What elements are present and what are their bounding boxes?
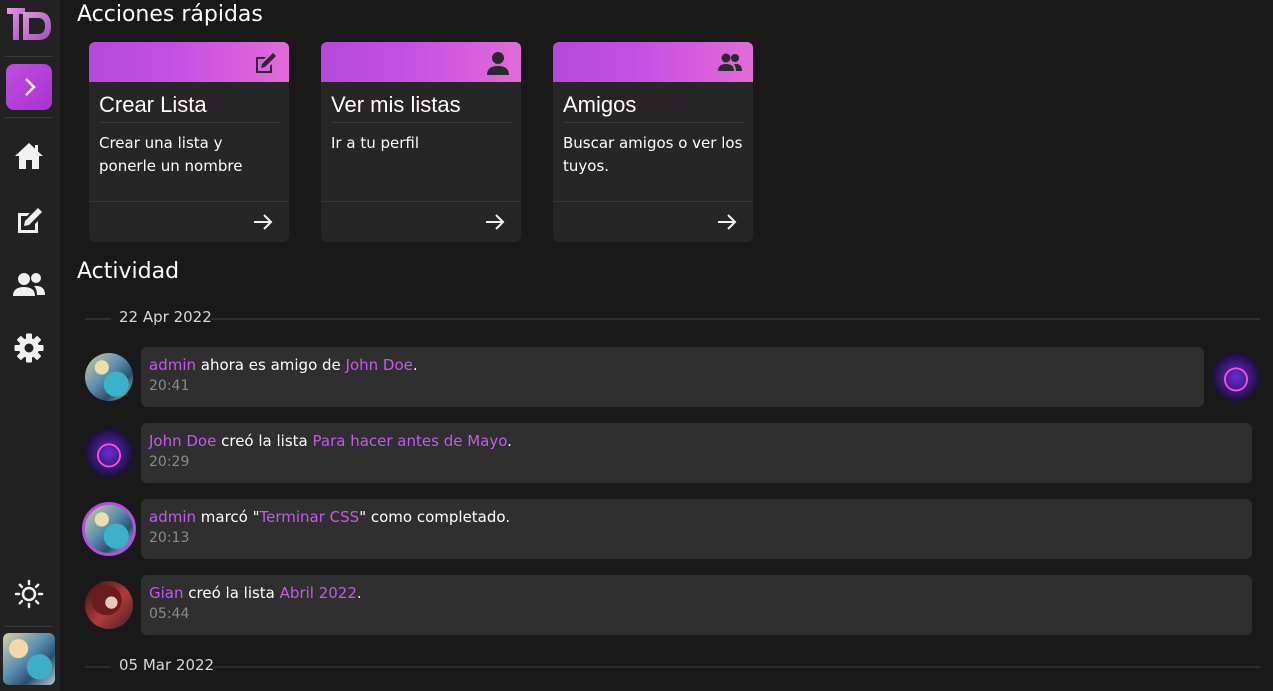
card-header [321,42,521,82]
sun-icon [14,579,44,609]
nav-settings[interactable] [11,330,47,366]
card-my-lists[interactable]: Ver mis listas Ir a tu perfil [321,42,521,242]
divider [331,122,511,123]
card-create-list[interactable]: Crear Lista Crear una lista y ponerle un… [89,42,289,242]
edit-icon [18,208,42,233]
activity-time: 20:13 [149,530,190,546]
activity-item: admin marcó "Terminar CSS" como completa… [141,499,1252,559]
date-separator: 05 Mar 2022 [85,656,1260,676]
person-icon [487,52,509,75]
user-link[interactable]: admin [149,356,196,374]
friends-icon [13,273,45,296]
card-title: Amigos [563,92,637,117]
sidebar [0,0,60,691]
divider [99,122,279,123]
sidebar-divider [5,626,53,627]
friends-icon [718,53,742,71]
chevron-right-icon [25,78,36,96]
date-label: 05 Mar 2022 [119,656,215,674]
arrow-right-icon[interactable] [715,210,739,234]
target-link[interactable]: Terminar CSS [260,508,360,526]
avatar[interactable] [85,581,133,629]
activity-time: 20:29 [149,454,190,470]
avatar[interactable] [85,353,133,401]
target-link[interactable]: John Doe [346,356,413,374]
activity-text: admin ahora es amigo de John Doe. [149,356,418,374]
activity-time: 05:44 [149,606,190,622]
avatar[interactable] [85,429,133,477]
card-description: Buscar amigos o ver los tuyos. [563,134,743,175]
user-avatar[interactable] [3,633,55,685]
user-link[interactable]: Gian [149,584,184,602]
divider [321,201,521,202]
activity-item: admin ahora es amigo de John Doe. 20:41 [141,347,1204,407]
card-description: Crear una lista y ponerle un nombre [99,134,243,175]
date-separator: 22 Apr 2022 [85,308,1260,328]
arrow-right-icon[interactable] [483,210,507,234]
friend-avatar[interactable] [1212,353,1260,401]
date-label: 22 Apr 2022 [119,308,212,326]
target-link[interactable]: Abril 2022 [280,584,357,602]
user-link[interactable]: admin [149,508,196,526]
activity-title: Actividad [77,259,180,284]
arrow-right-icon[interactable] [251,210,275,234]
sidebar-divider [5,117,53,118]
target-link[interactable]: Para hacer antes de Mayo [313,432,508,450]
gear-icon [14,333,44,363]
card-title: Crear Lista [99,92,207,117]
card-friends[interactable]: Amigos Buscar amigos o ver los tuyos. [553,42,753,242]
nav-home[interactable] [11,138,47,174]
user-link[interactable]: John Doe [149,432,216,450]
card-header [553,42,753,82]
activity-text: admin marcó "Terminar CSS" como completa… [149,508,511,526]
activity-time: 20:41 [149,378,190,394]
nav-friends[interactable] [11,266,47,302]
sidebar-expand-button[interactable] [6,64,52,110]
activity-text: Gian creó la lista Abril 2022. [149,584,362,602]
activity-item: Gian creó la lista Abril 2022. 05:44 [141,575,1252,635]
divider [89,201,289,202]
home-icon [15,143,43,169]
sidebar-divider [5,56,53,57]
card-header [89,42,289,82]
quick-actions-title: Acciones rápidas [77,2,263,27]
avatar[interactable] [82,502,136,556]
app-logo[interactable] [5,4,53,44]
card-description: Ir a tu perfil [331,134,420,152]
edit-icon [256,53,276,73]
activity-item: John Doe creó la lista Para hacer antes … [141,423,1252,483]
divider [553,201,753,202]
activity-text: John Doe creó la lista Para hacer antes … [149,432,512,450]
divider [563,122,743,123]
theme-toggle[interactable] [11,576,47,612]
nav-lists[interactable] [11,202,47,238]
card-title: Ver mis listas [331,92,461,117]
